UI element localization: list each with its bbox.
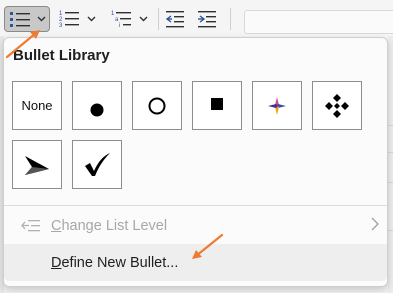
ribbon-separator: [158, 8, 159, 30]
arrowhead-icon: [25, 155, 49, 175]
numbered-list-icon: 1 2 3: [59, 11, 79, 29]
increase-indent-button[interactable]: [194, 6, 220, 32]
svg-text:3: 3: [59, 23, 63, 29]
bullet-library-title: Bullet Library: [13, 47, 110, 64]
bullet-hollow-circle-tile[interactable]: [132, 81, 182, 130]
bullet-checkmark-tile[interactable]: [72, 140, 122, 189]
menu-divider: [4, 205, 387, 206]
chevron-right-icon: [371, 217, 379, 231]
change-list-level-item[interactable]: Change List Level: [4, 210, 387, 244]
numbering-button[interactable]: 1 2 3: [56, 6, 102, 32]
define-new-bullet-item[interactable]: Define New Bullet...: [4, 244, 387, 281]
multilevel-list-icon: 1 a i: [111, 11, 131, 29]
bullet-arrowhead-tile[interactable]: [12, 140, 62, 189]
bullets-button[interactable]: [4, 6, 50, 32]
bullet-filled-circle-tile[interactable]: [72, 81, 122, 130]
styles-gallery-edge: [244, 10, 393, 34]
bullet-diamond-cluster-tile[interactable]: [312, 81, 362, 130]
bullet-dropdown-panel: Bullet Library None Change List Level De…: [3, 37, 388, 287]
checkmark-icon: [85, 152, 110, 176]
svg-text:i: i: [119, 23, 120, 29]
chevron-down-icon[interactable]: [37, 16, 46, 22]
filled-circle-icon: [90, 103, 104, 116]
ribbon-paragraph-group: 1 2 3 1 a i: [0, 0, 393, 40]
diamond-cluster-icon: [325, 93, 349, 118]
bullet-four-diamond-star-tile[interactable]: [252, 81, 302, 130]
filled-square-icon: [211, 97, 223, 110]
bullet-none-tile[interactable]: None: [12, 81, 62, 130]
define-new-bullet-label: Define New Bullet...: [51, 255, 179, 271]
bulleted-list-icon: [10, 12, 30, 27]
chevron-down-icon[interactable]: [139, 16, 148, 22]
decrease-indent-icon: [165, 11, 184, 28]
four-diamond-star-icon: [268, 96, 286, 115]
change-list-level-icon: [21, 220, 40, 232]
chevron-down-icon[interactable]: [87, 16, 96, 22]
multilevel-list-button[interactable]: 1 a i: [108, 6, 154, 32]
increase-indent-icon: [198, 11, 216, 28]
bullet-none-label: None: [21, 98, 53, 113]
hollow-circle-icon: [148, 97, 166, 114]
ribbon-separator: [230, 8, 231, 30]
decrease-indent-button[interactable]: [162, 6, 188, 32]
change-list-level-label: Change List Level: [51, 218, 168, 234]
bullet-filled-square-tile[interactable]: [192, 81, 242, 130]
document-right-edge: [388, 36, 393, 293]
